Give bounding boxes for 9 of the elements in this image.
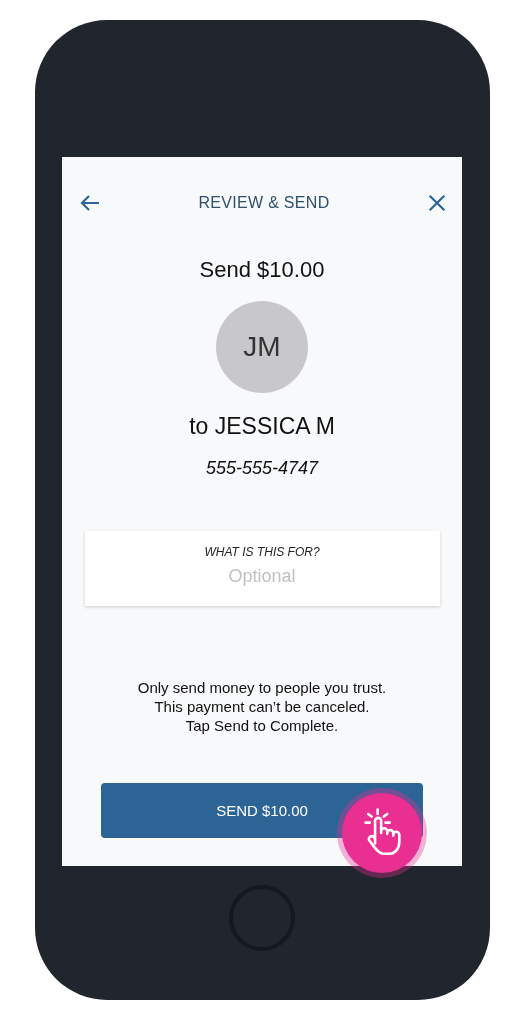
notice-text: Only send money to people you trust. This payment can’t be canceled. Tap Send to Complete.: [137, 678, 387, 735]
recipient-phone: 555-555-4747: [205, 458, 319, 479]
field-label: WHAT IS THIS FOR?: [204, 545, 320, 559]
recipient-name: to JESSICA M: [189, 413, 335, 440]
memo-input[interactable]: Optional: [160, 565, 364, 588]
close-icon[interactable]: [426, 192, 448, 214]
screen-title: REVIEW & SEND: [198, 194, 330, 212]
amount-title: Send $10.00: [199, 257, 325, 283]
avatar-initials: JM: [216, 301, 308, 393]
